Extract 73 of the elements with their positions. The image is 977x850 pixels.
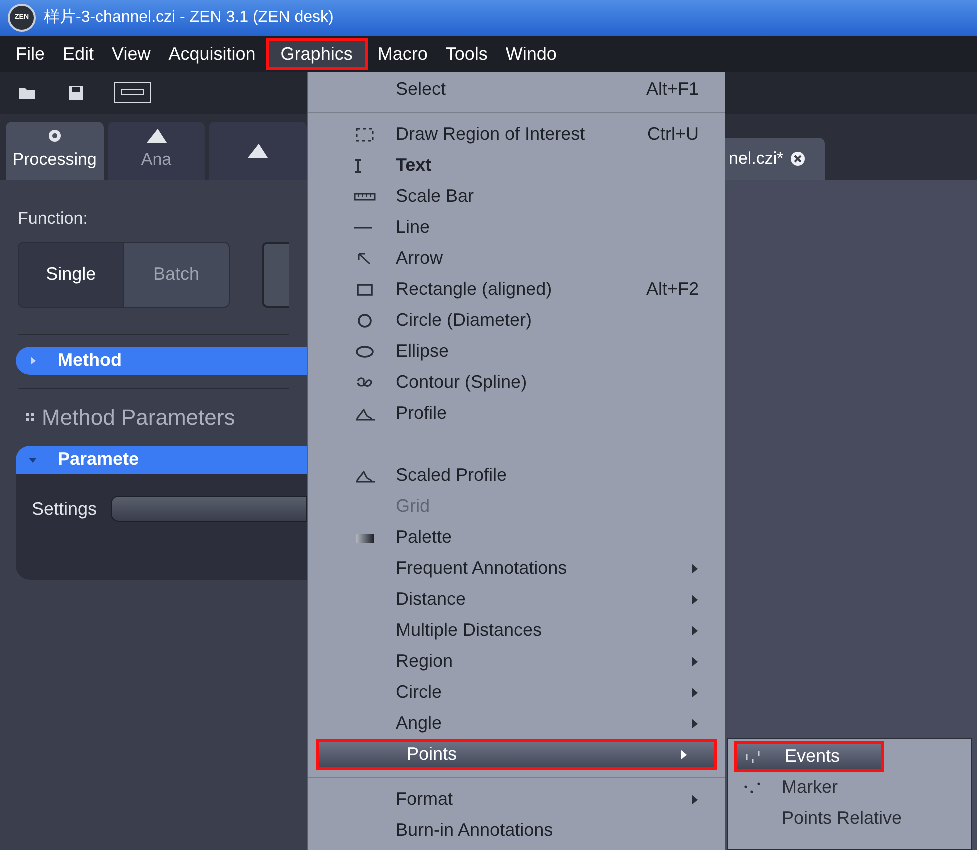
submenu-arrow-icon [691,564,699,574]
menu-item[interactable]: Windo [498,38,565,70]
menu-entry[interactable]: Text [308,150,725,181]
tool-tab[interactable]: Ana [108,122,206,180]
settings-label: Settings [32,498,98,521]
gear-icon [48,129,62,144]
tool-tab[interactable]: Processing [6,122,104,180]
peak-icon [248,144,268,158]
menu-entry[interactable]: Frequent Annotations [308,553,725,584]
menu-entry[interactable]: Scale Bar [308,181,725,212]
submenu-arrow-icon [691,688,699,698]
save-icon[interactable] [68,85,84,101]
submenu-arrow-icon [691,656,699,666]
menu-entry[interactable]: Burn-in Annotations [308,815,725,846]
menu-item[interactable]: View [104,38,159,70]
function-button-edge [262,242,289,308]
function-label: Function: [18,208,89,230]
menu-item[interactable]: Graphics [266,38,368,70]
menu-item[interactable]: Tools [438,38,496,70]
shortcut-label: Ctrl+U [647,123,699,146]
menu-entry[interactable]: Scaled Profile [308,460,725,491]
menu-entry[interactable]: Angle [308,708,725,739]
menu-entry[interactable]: Rectangle (aligned) Alt+F2 [308,274,725,305]
line-icon [354,226,372,228]
menu-entry[interactable]: Points [316,739,717,770]
menu-item[interactable]: File [8,38,54,70]
ruler-icon[interactable] [114,82,152,104]
parameters-section-header[interactable]: Paramete [16,446,307,474]
submenu-arrow-icon [691,594,699,604]
rectangle-icon [354,282,376,298]
close-icon[interactable] [790,151,806,167]
submenu-entry[interactable]: Marker [728,772,971,803]
dashed-rectangle-icon [354,126,376,142]
document-tab-label: nel.czi* [729,148,784,170]
ellipse-icon [354,344,376,360]
section-title: Method Parameters [42,404,236,432]
tool-tab[interactable] [209,122,308,180]
text-cursor-icon [354,158,362,172]
collapsed-triangle-icon [28,356,38,366]
grip-icon [26,413,34,421]
menu-entry[interactable]: Multiple Distances [308,615,725,646]
method-section-header[interactable]: Method [16,346,307,374]
submenu-arrow-icon [680,750,688,760]
settings-dropdown[interactable] [111,496,307,522]
function-button[interactable]: Single [19,242,124,306]
submenu-arrow-icon [691,718,699,728]
function-button[interactable]: Batch [123,242,229,306]
peak-icon [146,129,166,144]
menu-entry[interactable]: Line [308,212,725,243]
menu-entry[interactable]: Format [308,784,725,815]
points-icon [745,750,763,764]
submenu-entry[interactable]: Events [734,741,884,772]
menu-entry[interactable]: Ellipse [308,336,725,367]
open-folder-icon[interactable] [18,85,38,101]
menu-item[interactable]: Macro [370,38,436,70]
document-tab[interactable]: nel.czi* [725,138,825,180]
menu-entry[interactable]: Contour (Spline) [308,367,725,398]
menu-entry[interactable]: Palette [308,522,725,553]
menu-entry[interactable]: Profile [308,398,725,429]
menu-item[interactable]: Acquisition [160,38,264,70]
shortcut-label: Alt+F2 [646,278,699,301]
menu-item[interactable]: Edit [55,38,102,70]
submenu-arrow-icon [691,794,699,804]
menu-entry[interactable]: Arrow [308,243,725,274]
menu-entry[interactable]: Circle (Diameter) [308,305,725,336]
menu-entry[interactable]: Draw Region of Interest Ctrl+U [308,119,725,150]
menu-entry[interactable]: Circle [308,677,725,708]
submenu-entry[interactable]: Points Relative [728,803,971,834]
shortcut-label: Alt+F1 [646,78,699,101]
submenu-arrow-icon [691,626,699,636]
window-title: 样片-3-channel.czi - ZEN 3.1 (ZEN desk) [44,8,334,28]
menu-entry[interactable]: Region [308,646,725,677]
menu-entry[interactable]: Distance [308,584,725,615]
